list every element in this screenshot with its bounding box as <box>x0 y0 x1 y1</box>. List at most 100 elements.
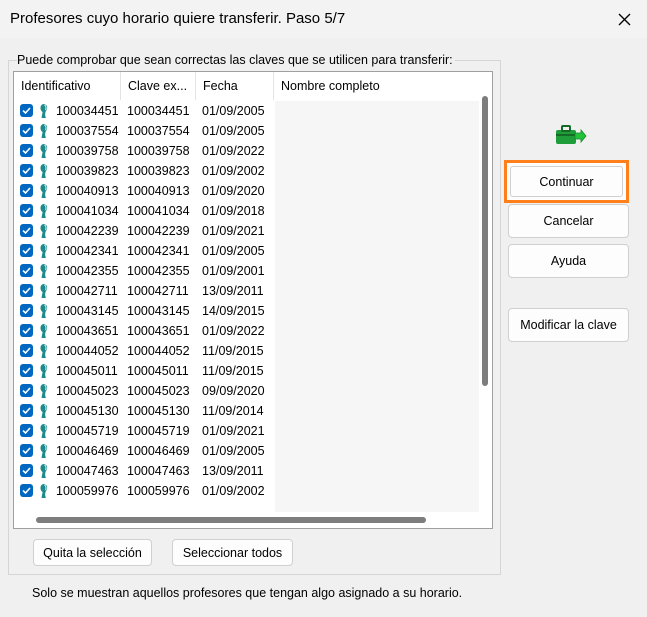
column-header-fecha[interactable]: Fecha <box>196 72 274 100</box>
row-checkbox[interactable] <box>20 444 33 457</box>
modify-key-button[interactable]: Modificar la clave <box>508 308 629 342</box>
checkbox-checked-icon <box>22 207 31 215</box>
horizontal-scroll-thumb[interactable] <box>36 517 426 523</box>
footer-note: Solo se muestran aquellos profesores que… <box>32 586 463 600</box>
person-icon <box>40 124 48 138</box>
column-header-clave[interactable]: Clave ex... <box>121 72 196 100</box>
checkbox-checked-icon <box>22 327 31 335</box>
person-icon <box>40 324 48 338</box>
row-fecha: 01/09/2002 <box>202 164 265 178</box>
row-id: 100042355 <box>56 264 119 278</box>
person-icon <box>40 204 48 218</box>
vertical-scrollbar[interactable] <box>479 72 492 512</box>
row-checkbox[interactable] <box>20 364 33 377</box>
row-id: 100042341 <box>56 244 119 258</box>
row-checkbox[interactable] <box>20 404 33 417</box>
cancel-button[interactable]: Cancelar <box>508 204 629 238</box>
row-id: 100039758 <box>56 144 119 158</box>
row-id: 100042711 <box>56 284 118 298</box>
person-icon <box>40 484 48 498</box>
person-icon <box>40 464 48 478</box>
row-fecha: 09/09/2020 <box>202 384 265 398</box>
person-icon <box>40 164 48 178</box>
row-clave: 100045130 <box>127 404 190 418</box>
checkbox-checked-icon <box>22 487 31 495</box>
row-checkbox[interactable] <box>20 244 33 257</box>
row-clave: 100042239 <box>127 224 190 238</box>
row-id: 100041034 <box>56 204 119 218</box>
continue-button[interactable]: Continuar <box>504 160 629 203</box>
person-icon <box>40 444 48 458</box>
row-clave: 100034451 <box>127 104 190 118</box>
row-id: 100034451 <box>56 104 119 118</box>
row-id: 100046469 <box>56 444 119 458</box>
row-fecha: 01/09/2021 <box>202 424 265 438</box>
row-checkbox[interactable] <box>20 304 33 317</box>
row-checkbox[interactable] <box>20 424 33 437</box>
checkbox-checked-icon <box>22 247 31 255</box>
group-label: Puede comprobar que sean correctas las c… <box>17 53 455 67</box>
row-fecha: 11/09/2015 <box>202 364 264 378</box>
checkbox-checked-icon <box>22 407 31 415</box>
row-fecha: 01/09/2001 <box>202 264 265 278</box>
vertical-scroll-thumb[interactable] <box>482 96 488 386</box>
checkbox-checked-icon <box>22 227 31 235</box>
row-clave: 100043651 <box>127 324 190 338</box>
person-icon <box>40 344 48 358</box>
row-checkbox[interactable] <box>20 484 33 497</box>
row-checkbox[interactable] <box>20 144 33 157</box>
row-checkbox[interactable] <box>20 344 33 357</box>
row-checkbox[interactable] <box>20 324 33 337</box>
person-icon <box>40 104 48 118</box>
row-checkbox[interactable] <box>20 224 33 237</box>
list-header: Identificativo Clave ex... Fecha Nombre … <box>14 72 479 100</box>
checkbox-checked-icon <box>22 267 31 275</box>
row-checkbox[interactable] <box>20 284 33 297</box>
row-fecha: 13/09/2011 <box>202 284 264 298</box>
row-checkbox[interactable] <box>20 204 33 217</box>
clear-selection-button[interactable]: Quita la selección <box>33 539 152 566</box>
checkbox-checked-icon <box>22 167 31 175</box>
teachers-list[interactable]: Identificativo Clave ex... Fecha Nombre … <box>13 71 493 529</box>
row-checkbox[interactable] <box>20 104 33 117</box>
row-id: 100045130 <box>56 404 119 418</box>
row-fecha: 01/09/2005 <box>202 244 265 258</box>
row-id: 100047463 <box>56 464 119 478</box>
row-clave: 100047463 <box>127 464 190 478</box>
row-checkbox[interactable] <box>20 184 33 197</box>
person-icon <box>40 144 48 158</box>
checkbox-checked-icon <box>22 467 31 475</box>
row-clave: 100059976 <box>127 484 190 498</box>
row-checkbox[interactable] <box>20 264 33 277</box>
row-clave: 100044052 <box>127 344 190 358</box>
checkbox-checked-icon <box>22 147 31 155</box>
row-fecha: 01/09/2018 <box>202 204 265 218</box>
row-id: 100037554 <box>56 124 119 138</box>
column-header-nombre[interactable]: Nombre completo <box>274 72 479 100</box>
person-icon <box>40 364 48 378</box>
row-fecha: 01/09/2005 <box>202 124 265 138</box>
person-icon <box>40 264 48 278</box>
row-id: 100043145 <box>56 304 119 318</box>
row-clave: 100045023 <box>127 384 190 398</box>
row-checkbox[interactable] <box>20 164 33 177</box>
row-fecha: 01/09/2005 <box>202 444 265 458</box>
row-checkbox[interactable] <box>20 384 33 397</box>
row-checkbox[interactable] <box>20 124 33 137</box>
checkbox-checked-icon <box>22 447 31 455</box>
row-id: 100040913 <box>56 184 119 198</box>
horizontal-scrollbar[interactable] <box>14 512 492 528</box>
row-fecha: 14/09/2015 <box>202 304 265 318</box>
person-icon <box>40 304 48 318</box>
close-icon <box>618 13 630 25</box>
row-fecha: 01/09/2022 <box>202 324 265 338</box>
column-header-identificativo[interactable]: Identificativo <box>14 72 121 100</box>
row-fecha: 13/09/2011 <box>202 464 264 478</box>
row-clave: 100042711 <box>127 284 189 298</box>
close-button[interactable] <box>601 0 647 38</box>
select-all-button[interactable]: Seleccionar todos <box>172 539 293 566</box>
person-icon <box>40 224 48 238</box>
row-checkbox[interactable] <box>20 464 33 477</box>
help-button[interactable]: Ayuda <box>508 244 629 278</box>
row-fecha: 11/09/2015 <box>202 344 264 358</box>
